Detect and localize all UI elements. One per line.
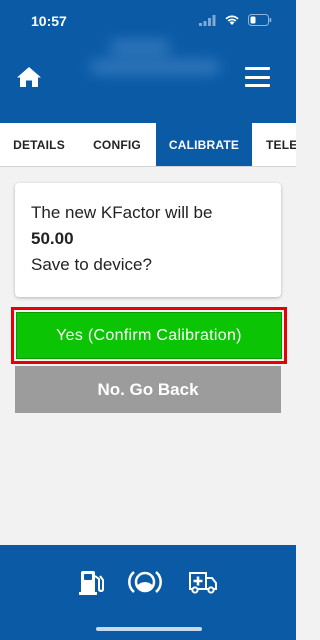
fuel-pump-icon [79, 571, 104, 595]
menu-bar [245, 67, 270, 70]
save-prompt: Save to device? [31, 255, 152, 274]
status-bar: 10:57 [0, 0, 296, 40]
battery-icon [248, 14, 272, 26]
ambulance-icon [189, 572, 217, 594]
home-button[interactable] [16, 66, 42, 88]
app-header: 10:57 [0, 0, 296, 123]
menu-bar [245, 84, 270, 87]
nav-ambulance[interactable] [187, 568, 219, 596]
menu-bar [245, 75, 270, 79]
wifi-icon [225, 15, 239, 25]
signal-icon [199, 14, 216, 26]
tab-tele[interactable]: TELE [252, 123, 296, 166]
confirm-calibration-button[interactable]: Yes (Confirm Calibration) [16, 312, 282, 359]
tab-bar: DETAILS CONFIG CALIBRATE TELE [0, 123, 296, 167]
bottom-nav [0, 545, 296, 640]
confirmation-card: The new KFactor will be 50.00 Save to de… [15, 183, 281, 297]
tab-calibrate[interactable]: CALIBRATE [156, 123, 252, 166]
nav-fuel[interactable] [76, 568, 108, 596]
home-indicator[interactable] [96, 627, 202, 631]
status-time: 10:57 [31, 13, 67, 29]
kfactor-value: 50.00 [31, 229, 74, 248]
tab-config[interactable]: CONFIG [78, 123, 156, 166]
tab-details[interactable]: DETAILS [0, 123, 78, 166]
status-icons [199, 14, 272, 26]
go-back-button[interactable]: No. Go Back [15, 366, 281, 413]
home-icon [17, 67, 41, 87]
kfactor-message: The new KFactor will be [31, 203, 213, 222]
nav-gauge[interactable] [128, 568, 162, 596]
blurred-title [90, 40, 220, 78]
gauge-icon [128, 571, 162, 593]
hamburger-menu-icon[interactable] [245, 67, 270, 87]
